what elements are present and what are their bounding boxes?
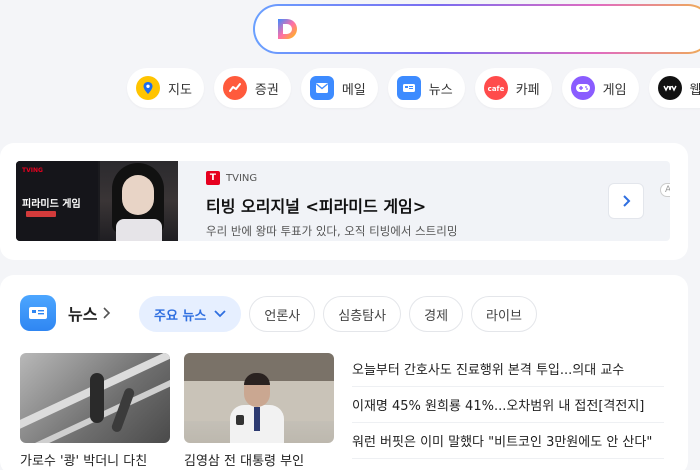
news-tabs: 주요 뉴스 언론사 심층탐사 경제 라이브 xyxy=(139,296,537,332)
news-header[interactable]: 뉴스 xyxy=(20,295,111,331)
cafe-icon: cafe xyxy=(483,76,508,100)
service-label: 웹툰 xyxy=(689,82,700,98)
service-stock[interactable]: 증권 xyxy=(213,68,291,108)
search-inner xyxy=(255,6,700,52)
search-input[interactable] xyxy=(311,6,700,52)
service-shortcuts: 지도 증권 메일 뉴스 cafe 카페 게임 웹툰 xyxy=(127,68,700,108)
news-thumbnail[interactable] xyxy=(20,353,170,443)
service-game[interactable]: 게임 xyxy=(561,68,639,108)
tab-label: 언론사 xyxy=(264,308,301,324)
chevron-right-icon xyxy=(103,307,111,319)
tab-live[interactable]: 라이브 xyxy=(471,296,537,332)
headline-list: 오늘부터 간호사도 진료행위 본격 투입...의대 교수 이재명 45% 원희룡… xyxy=(352,351,664,459)
ad-text: T TVING 티빙 오리지널 <피라미드 게임> 우리 반에 왕따 투표가 있… xyxy=(206,171,457,239)
ad-title: 티빙 오리지널 <피라미드 게임> xyxy=(206,197,427,216)
chevron-right-icon xyxy=(623,195,631,207)
daum-logo-icon xyxy=(273,15,301,43)
service-map[interactable]: 지도 xyxy=(127,68,204,108)
headline-text: 오늘부터 간호사도 진료행위 본격 투입...의대 교수 xyxy=(352,363,625,378)
poster-brand: TVING xyxy=(22,167,43,174)
news-thumbnail[interactable] xyxy=(184,353,334,443)
service-cafe[interactable]: cafe 카페 xyxy=(474,68,552,108)
gamepad-icon xyxy=(570,76,595,100)
ad-banner[interactable]: TVING 피라미드 게임 T TVING 티빙 오리지널 <피라미드 게임> … xyxy=(16,161,670,241)
ad-next-button[interactable] xyxy=(608,183,644,219)
headline-text: 이재명 45% 원희룡 41%...오차범위 내 접전[격전지] xyxy=(352,399,645,414)
service-webtoon[interactable]: 웹툰 xyxy=(648,68,700,108)
headline-item[interactable]: 이재명 45% 원희룡 41%...오차범위 내 접전[격전지] xyxy=(352,387,664,423)
service-label: 증권 xyxy=(254,82,279,98)
map-pin-icon xyxy=(136,76,160,100)
news-icon xyxy=(396,76,421,100)
tab-press[interactable]: 언론사 xyxy=(249,296,316,332)
ad-description: 우리 반에 왕따 투표가 있다, 오직 티빙에서 스트리밍 xyxy=(206,224,458,238)
ad-brand: TVING xyxy=(226,172,258,184)
headline-item[interactable]: 워런 버핏은 이미 말했다 "비트코인 3만원에도 안 산다" xyxy=(352,423,664,459)
stock-chart-icon xyxy=(222,76,247,100)
poster-title: 피라미드 게임 xyxy=(22,199,81,210)
news-icon xyxy=(20,295,56,331)
service-label: 지도 xyxy=(168,82,192,98)
tab-main-news[interactable]: 주요 뉴스 xyxy=(139,296,242,332)
chevron-down-icon xyxy=(214,310,227,318)
news-thumbnail-caption[interactable]: 김영삼 전 대통령 부인 xyxy=(184,450,334,469)
service-label: 게임 xyxy=(602,82,627,98)
tab-label: 경제 xyxy=(424,308,449,324)
svg-text:cafe: cafe xyxy=(488,85,504,93)
headline-item[interactable]: 오늘부터 간호사도 진료행위 본격 투입...의대 교수 xyxy=(352,351,664,387)
tving-logo-icon: T xyxy=(206,171,220,185)
ad-card: TVING 피라미드 게임 T TVING 티빙 오리지널 <피라미드 게임> … xyxy=(0,143,688,260)
service-label: 메일 xyxy=(341,82,366,98)
webtoon-icon xyxy=(657,76,682,100)
mail-icon xyxy=(309,76,334,100)
ad-badge: AD xyxy=(660,183,670,197)
service-mail[interactable]: 메일 xyxy=(300,68,378,108)
service-label: 카페 xyxy=(515,82,540,98)
headline-text: 워런 버핏은 이미 말했다 "비트코인 3만원에도 안 산다" xyxy=(352,435,653,450)
service-label: 뉴스 xyxy=(428,82,453,98)
service-news[interactable]: 뉴스 xyxy=(387,68,465,108)
news-card: 뉴스 주요 뉴스 언론사 심층탐사 경제 라이브 가로수 '쾅' 박더니 다친 … xyxy=(0,275,688,470)
news-thumbnail-caption[interactable]: 가로수 '쾅' 박더니 다친 xyxy=(20,450,170,469)
news-title: 뉴스 xyxy=(68,305,98,324)
tab-economy[interactable]: 경제 xyxy=(409,296,464,332)
tab-label: 라이브 xyxy=(486,308,522,324)
tab-label: 주요 뉴스 xyxy=(154,308,207,324)
ad-brand-row: T TVING xyxy=(206,171,457,185)
tab-label: 심층탐사 xyxy=(338,308,387,324)
ad-image: TVING 피라미드 게임 xyxy=(16,161,178,241)
tab-in-depth[interactable]: 심층탐사 xyxy=(323,296,402,332)
search-bar[interactable] xyxy=(253,4,700,54)
